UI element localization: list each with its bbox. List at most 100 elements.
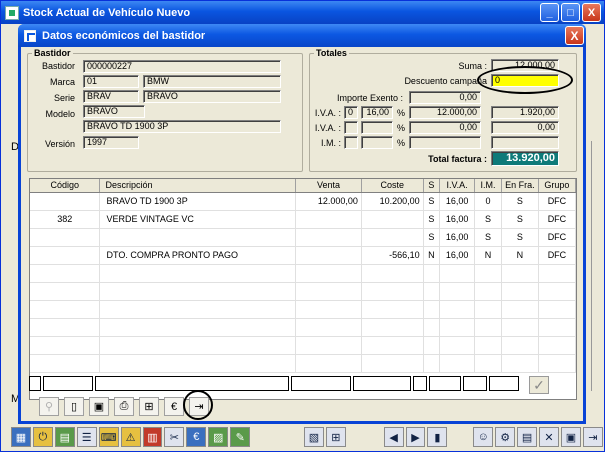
power-icon[interactable]: ⏻	[32, 427, 53, 447]
delete-icon[interactable]: ✕	[539, 427, 559, 447]
iva2-base-field[interactable]: 0,00	[409, 121, 481, 134]
iva2-code-field[interactable]	[344, 121, 358, 134]
table-cell	[474, 282, 502, 301]
table-row[interactable]	[30, 300, 576, 319]
serie-code-field[interactable]: BRAV	[83, 90, 139, 103]
search-icon[interactable]: ⚲	[39, 397, 59, 416]
table-row[interactable]	[30, 282, 576, 301]
last-record-icon[interactable]: ▮	[427, 427, 448, 447]
column-header[interactable]: Coste	[361, 179, 424, 193]
economic-data-dialog: Datos económicos del bastidor X Bastidor…	[18, 24, 586, 424]
table-row[interactable]	[30, 318, 576, 337]
chart-icon[interactable]: ▨	[208, 427, 229, 447]
marca-name-field[interactable]: BMW	[143, 75, 281, 88]
table-cell	[439, 300, 476, 319]
calculator-icon[interactable]: ⊞	[139, 397, 159, 416]
table-cell: DFC	[538, 210, 576, 229]
bastidor-field[interactable]: 000000227	[83, 60, 281, 73]
book-icon[interactable]: ▧	[303, 427, 324, 447]
column-header[interactable]: Grupo	[538, 179, 576, 193]
settings-icon[interactable]: ⚙	[495, 427, 516, 447]
footer-cell	[429, 376, 461, 391]
table-row[interactable]	[30, 336, 576, 355]
iva1-base-field[interactable]: 12.000,00	[409, 106, 481, 119]
iva2-amount-field[interactable]: 0,00	[491, 121, 559, 134]
lines-grid[interactable]: Código Descripción Venta Coste S I.V.A. I.M. En…	[29, 178, 577, 400]
calendar-icon[interactable]: ▤	[54, 427, 75, 447]
user-icon[interactable]: ☺	[473, 427, 494, 447]
total-factura-field[interactable]: 13.920,00	[491, 151, 559, 166]
prev-record-icon[interactable]: ▶	[405, 427, 426, 447]
iva1-code-field[interactable]: 0	[344, 106, 358, 119]
accept-check-button[interactable]: ✓	[529, 376, 549, 394]
table-cell	[439, 336, 476, 355]
print-icon[interactable]: ⎙	[114, 397, 134, 416]
clipboard-icon[interactable]: ▤	[517, 427, 538, 447]
pencil-icon[interactable]: ✎	[230, 427, 251, 447]
table-row[interactable]	[30, 264, 576, 283]
im-base-field[interactable]	[409, 136, 481, 149]
column-header[interactable]: En Fra.	[501, 179, 539, 193]
modelo-code-field[interactable]: BRAVO	[83, 105, 145, 118]
column-header[interactable]: Código	[30, 179, 101, 193]
tree-icon[interactable]: ⊞	[325, 427, 346, 447]
new-document-icon[interactable]: ▯	[64, 397, 84, 416]
table-cell	[538, 264, 576, 283]
economic-data-icon[interactable]: €	[164, 397, 184, 416]
save-icon[interactable]: ▣	[561, 427, 581, 447]
table-cell	[501, 354, 539, 373]
column-header[interactable]: Descripción	[99, 179, 297, 193]
list-icon[interactable]: ☰	[76, 427, 97, 447]
table-cell	[295, 318, 362, 337]
table-cell	[99, 336, 297, 355]
minimize-button[interactable]: _	[540, 3, 559, 22]
iva1-rate-field[interactable]: 16,00	[361, 106, 393, 119]
table-cell: S	[423, 192, 441, 211]
im-pct: %	[396, 138, 405, 148]
serie-label: Serie	[53, 93, 75, 103]
exit-icon[interactable]: ⇥	[582, 427, 603, 447]
importe-exento-field[interactable]: 0,00	[409, 91, 481, 104]
table-cell	[474, 336, 502, 355]
iva1-amount-field[interactable]: 1.920,00	[491, 106, 559, 119]
table-cell	[439, 318, 476, 337]
table-cell	[99, 282, 297, 301]
tools-icon[interactable]: ✂	[164, 427, 185, 447]
serie-name-field[interactable]: BRAVO	[143, 90, 281, 103]
im-code-field[interactable]	[344, 136, 358, 149]
marca-code-field[interactable]: 01	[83, 75, 139, 88]
table-cell: N	[423, 246, 441, 265]
table-cell	[439, 354, 476, 373]
keyboard-icon[interactable]: ⌨	[98, 427, 119, 447]
table-row[interactable]: BRAVO TD 1900 3P 12.000,00 10.200,00 S 16,00…	[30, 192, 576, 211]
save-disk-icon[interactable]: ▣	[89, 397, 109, 416]
im-rate-field[interactable]	[361, 136, 393, 149]
calculator-icon[interactable]: ▥	[142, 427, 163, 447]
table-cell: -566,10	[361, 246, 424, 265]
table-row[interactable]: 382 VERDE VINTAGE VC S 16,00 S S DFC	[30, 210, 576, 229]
warning-icon[interactable]: ⚠	[120, 427, 141, 447]
column-header[interactable]: Venta	[295, 179, 362, 193]
version-field[interactable]: 1997	[83, 136, 139, 149]
first-record-icon[interactable]: ◀	[383, 427, 404, 447]
table-cell	[474, 354, 502, 373]
euro-icon[interactable]: €	[186, 427, 207, 447]
table-row[interactable]: DTO. COMPRA PRONTO PAGO -566,10 N 16,00 N N DF…	[30, 246, 576, 265]
close-button[interactable]: X	[582, 3, 601, 22]
table-row[interactable]	[30, 354, 576, 373]
table-row[interactable]: S 16,00 S S DFC	[30, 228, 576, 247]
iva2-rate-field[interactable]	[361, 121, 393, 134]
column-header[interactable]: I.M.	[474, 179, 502, 193]
im-amount-field[interactable]	[491, 136, 559, 149]
table-cell	[361, 318, 424, 337]
bastidor-label: Bastidor	[41, 61, 75, 71]
grid-icon[interactable]: ▦	[11, 427, 31, 447]
table-cell	[538, 282, 576, 301]
column-header[interactable]: S	[423, 179, 441, 193]
dialog-close-button[interactable]: X	[565, 26, 584, 45]
im-label: I.M. :	[321, 138, 341, 148]
main-title-bar: Stock Actual de Vehículo Nuevo _ □ X	[1, 1, 604, 24]
modelo-name-field[interactable]: BRAVO TD 1900 3P	[83, 120, 281, 133]
maximize-button[interactable]: □	[561, 3, 580, 22]
column-header[interactable]: I.V.A.	[439, 179, 476, 193]
